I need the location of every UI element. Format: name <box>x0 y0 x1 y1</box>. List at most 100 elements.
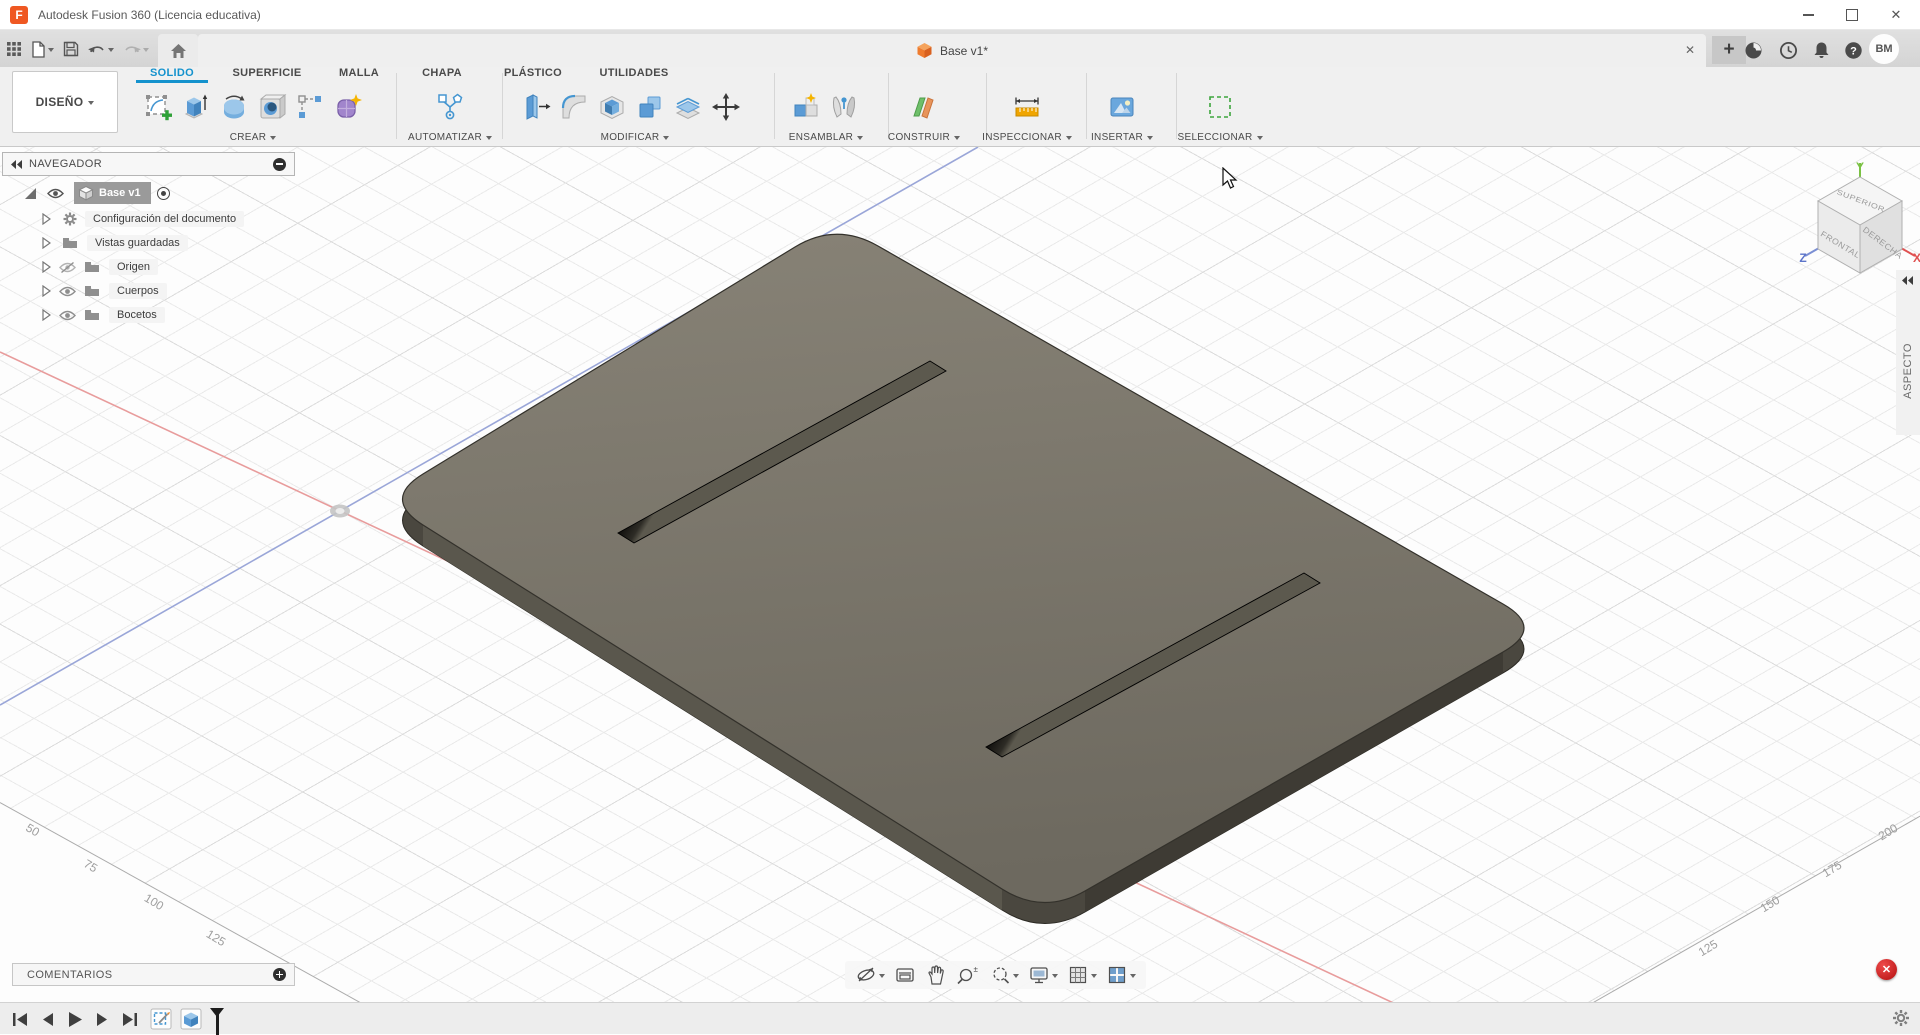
press-pull-button[interactable] <box>518 86 554 128</box>
navigator-collapse-button[interactable] <box>273 157 286 171</box>
tab-utilidades[interactable]: UTILIDADES <box>586 67 682 83</box>
viewport-3d[interactable]: 50 75 100 125 125 150 175 200 NAVEGADOR … <box>0 147 1920 1002</box>
help-button[interactable]: ? <box>1840 37 1866 63</box>
pan-button[interactable] <box>925 964 947 986</box>
create-form-button[interactable] <box>330 86 366 128</box>
eye-visible-icon[interactable] <box>59 286 76 297</box>
activate-component-radio[interactable] <box>156 186 170 200</box>
combine-button[interactable] <box>632 86 668 128</box>
hole-button[interactable] <box>254 86 290 128</box>
timeline-settings-button[interactable] <box>1892 1009 1910 1032</box>
navigator-item-label[interactable]: Cuerpos <box>109 283 167 299</box>
measure-button[interactable] <box>1009 86 1045 128</box>
select-button[interactable] <box>1202 86 1238 128</box>
navigator-item-configuracion[interactable]: Configuración del documento <box>2 207 245 231</box>
view-cube[interactable]: SUPERIOR FRONTAL DERECHA Y Z X <box>1798 161 1920 285</box>
timeline-sketch-feature[interactable] <box>150 1008 172 1030</box>
job-status-button[interactable] <box>1775 37 1801 63</box>
tab-plastico[interactable]: PLÁSTICO <box>491 67 575 83</box>
shell-button[interactable] <box>594 86 630 128</box>
expand-arrow-icon[interactable] <box>42 309 51 321</box>
group-automatizar-dropdown[interactable]: AUTOMATIZAR <box>385 130 515 144</box>
press-pull-icon <box>526 94 551 120</box>
timeline-extrude-feature[interactable] <box>180 1008 202 1030</box>
expand-arrow-icon[interactable] <box>42 261 51 273</box>
display-settings-caret <box>1052 973 1058 981</box>
viewports-button[interactable] <box>1106 964 1136 986</box>
tab-superficie[interactable]: SUPERFICIE <box>221 67 313 83</box>
automate-button[interactable] <box>432 86 468 128</box>
timeline-position-marker[interactable] <box>210 1008 224 1035</box>
document-tab-close-button[interactable]: ✕ <box>1682 42 1698 58</box>
navigator-item-label[interactable]: Origen <box>109 259 159 275</box>
collapse-panel-icon[interactable] <box>11 159 23 169</box>
app-grid-menu-button[interactable] <box>6 41 22 57</box>
group-modificar-dropdown[interactable]: MODIFICAR <box>575 130 695 144</box>
undo-button[interactable] <box>88 42 114 57</box>
grid-settings-button[interactable] <box>1067 964 1097 986</box>
document-tab[interactable]: Base v1* ✕ <box>198 34 1706 67</box>
offset-face-button[interactable] <box>670 86 706 128</box>
move-button[interactable] <box>708 86 744 128</box>
extensions-button[interactable] <box>1740 37 1766 63</box>
joint-button[interactable] <box>826 86 862 128</box>
add-comment-button[interactable] <box>273 968 286 981</box>
expand-panel-icon[interactable] <box>1902 276 1914 285</box>
eye-hidden-icon[interactable] <box>59 261 76 274</box>
eye-visible-icon[interactable] <box>47 188 64 199</box>
comments-bar[interactable]: COMENTARIOS <box>12 963 295 986</box>
user-avatar[interactable]: BM <box>1869 34 1899 64</box>
group-seleccionar-dropdown[interactable]: SELECCIONAR <box>1158 130 1282 144</box>
home-view-button[interactable] <box>158 34 198 67</box>
navigator-item-origen[interactable]: Origen <box>2 255 159 279</box>
sketch-dimension-button[interactable] <box>292 86 328 128</box>
navigator-item-bocetos[interactable]: Bocetos <box>2 303 165 327</box>
redo-button[interactable] <box>123 42 149 57</box>
new-component-button[interactable] <box>788 86 824 128</box>
collapse-tree-icon[interactable] <box>24 187 37 200</box>
window-close-button[interactable]: ✕ <box>1877 0 1915 30</box>
navigator-item-cuerpos[interactable]: Cuerpos <box>2 279 167 303</box>
navigator-root-pill[interactable]: Base v1 <box>74 182 151 204</box>
play-button[interactable] <box>67 1011 83 1028</box>
step-back-button[interactable] <box>41 1012 54 1027</box>
file-menu-button[interactable] <box>31 40 54 58</box>
expand-arrow-icon[interactable] <box>42 285 51 297</box>
aspect-panel[interactable]: ASPECTO <box>1896 270 1920 435</box>
extrude-button[interactable] <box>178 86 214 128</box>
navigator-item-vistas[interactable]: Vistas guardadas <box>2 231 188 255</box>
window-maximize-button[interactable] <box>1833 0 1871 30</box>
construct-plane-icon <box>913 97 934 119</box>
skip-to-start-button[interactable] <box>12 1012 28 1027</box>
window-minimize-button[interactable] <box>1789 0 1827 30</box>
orbit-button[interactable] <box>855 964 885 986</box>
model-plate-body[interactable] <box>0 147 1920 1002</box>
workspace-selector[interactable]: DISEÑO <box>12 71 118 133</box>
look-at-button[interactable] <box>894 964 916 986</box>
notifications-button[interactable] <box>1808 37 1834 63</box>
navigator-root-row[interactable]: Base v1 <box>2 181 170 205</box>
insert-image-button[interactable] <box>1104 86 1140 128</box>
construct-plane-button[interactable] <box>906 86 942 128</box>
step-forward-button[interactable] <box>96 1012 109 1027</box>
zoom-button[interactable]: ± <box>956 964 980 986</box>
navigator-item-label[interactable]: Vistas guardadas <box>87 235 188 251</box>
eye-visible-icon[interactable] <box>59 310 76 321</box>
offline-error-badge[interactable]: ✕ <box>1876 959 1897 980</box>
group-crear-dropdown[interactable]: CREAR <box>183 130 323 144</box>
fillet-button[interactable] <box>556 86 592 128</box>
expand-arrow-icon[interactable] <box>42 237 51 249</box>
navigator-item-label[interactable]: Bocetos <box>109 307 165 323</box>
zoom-window-button[interactable] <box>989 964 1019 986</box>
skip-to-end-button[interactable] <box>122 1012 138 1027</box>
tab-malla[interactable]: MALLA <box>324 67 394 83</box>
plate-top-face[interactable] <box>401 233 1525 904</box>
save-button[interactable] <box>63 41 79 57</box>
tab-chapa[interactable]: CHAPA <box>407 67 477 83</box>
display-settings-button[interactable] <box>1028 964 1058 986</box>
expand-arrow-icon[interactable] <box>42 213 51 225</box>
create-sketch-button[interactable] <box>140 86 176 128</box>
navigator-panel-header[interactable]: NAVEGADOR <box>2 152 295 176</box>
navigator-item-label[interactable]: Configuración del documento <box>85 211 245 227</box>
revolve-button[interactable] <box>216 86 252 128</box>
